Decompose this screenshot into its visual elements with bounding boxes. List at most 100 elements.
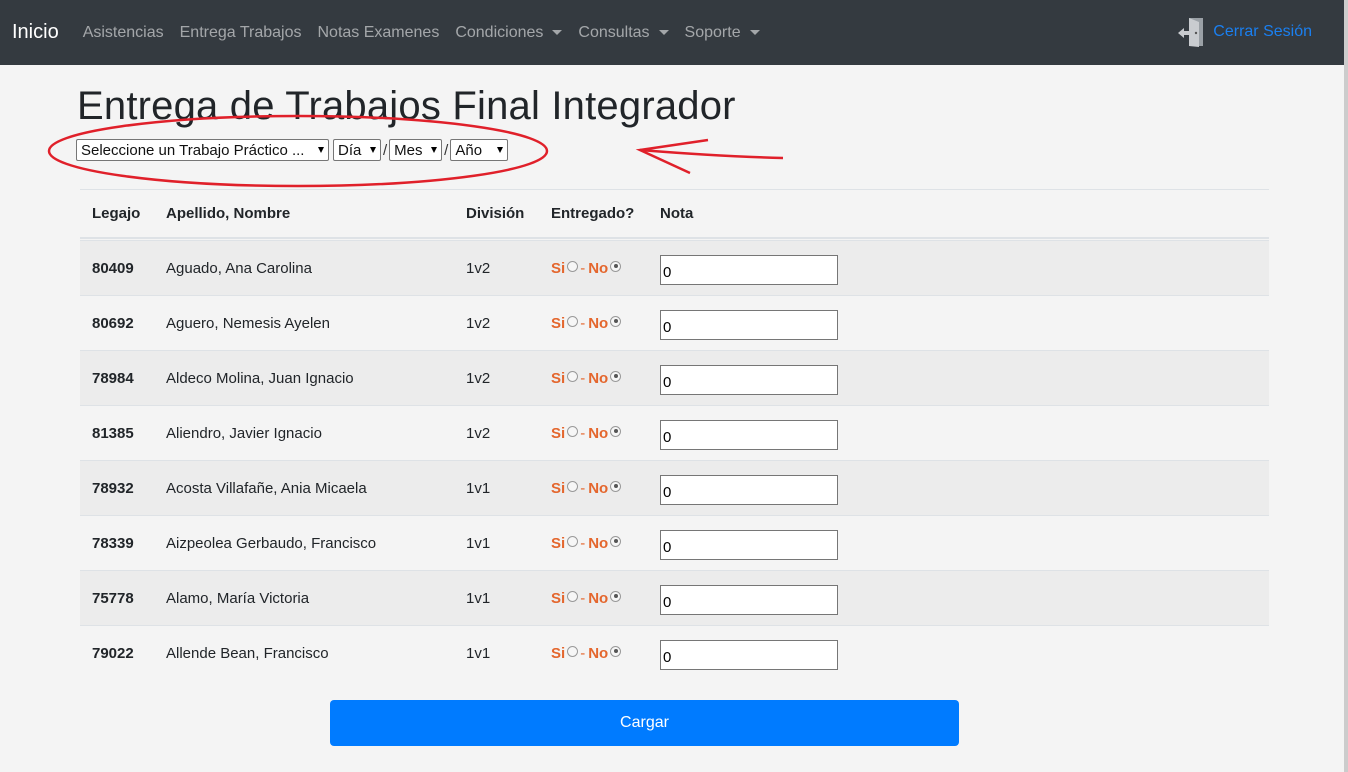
entregado-cell: Si - No bbox=[551, 241, 623, 295]
si-radio[interactable] bbox=[567, 480, 579, 492]
caret-down-icon bbox=[552, 30, 563, 35]
no-label: No bbox=[588, 369, 609, 387]
nombre-cell: Alamo, María Victoria bbox=[166, 589, 310, 607]
cargar-button[interactable]: Cargar bbox=[330, 700, 959, 746]
nota-input[interactable] bbox=[660, 530, 838, 560]
no-radio[interactable] bbox=[610, 590, 622, 602]
dia-select[interactable]: Día bbox=[333, 139, 381, 161]
nav-item-label: Notas Examenes bbox=[317, 23, 440, 41]
select-value: Año bbox=[455, 141, 483, 159]
legajo-cell: 79022 bbox=[92, 644, 134, 662]
nav-item-notas-examenes[interactable]: Notas Examenes bbox=[317, 24, 439, 42]
nombre-cell: Aguero, Nemesis Ayelen bbox=[166, 314, 330, 332]
nota-cell bbox=[660, 241, 838, 295]
no-radio[interactable] bbox=[610, 645, 622, 657]
nav-item-entrega-trabajos[interactable]: Entrega Trabajos bbox=[180, 24, 302, 42]
nombre-cell: Aldeco Molina, Juan Ignacio bbox=[166, 369, 354, 387]
dash-separator: - bbox=[580, 644, 586, 662]
division-cell: 1v2 bbox=[466, 259, 491, 277]
anio-select[interactable]: Año bbox=[450, 139, 509, 161]
si-label: Si bbox=[551, 479, 566, 497]
table-header: Legajo Apellido, Nombre División Entrega… bbox=[80, 190, 1269, 239]
header-nota: Nota bbox=[660, 205, 694, 222]
nota-input[interactable] bbox=[660, 640, 838, 670]
nota-input[interactable] bbox=[660, 475, 838, 505]
no-label: No bbox=[588, 314, 609, 332]
si-radio[interactable] bbox=[567, 260, 579, 272]
dash-separator: - bbox=[580, 534, 586, 552]
annotation-arrow-shaft bbox=[639, 148, 784, 160]
no-radio[interactable] bbox=[610, 315, 622, 327]
si-label: Si bbox=[551, 644, 566, 662]
nota-input[interactable] bbox=[660, 585, 838, 615]
no-label: No bbox=[588, 644, 609, 662]
header-legajo: Legajo bbox=[92, 205, 141, 222]
select-arrow-icon bbox=[431, 147, 438, 153]
nav-dropdown-soporte[interactable]: Soporte bbox=[685, 24, 760, 42]
no-radio[interactable] bbox=[610, 535, 622, 547]
select-arrow-icon bbox=[318, 147, 324, 153]
si-radio[interactable] bbox=[567, 425, 579, 437]
table-row: 78984 Aldeco Molina, Juan Ignacio 1v2 Si - No bbox=[80, 350, 1269, 405]
division-cell: 1v1 bbox=[466, 589, 491, 607]
division-cell: 1v2 bbox=[466, 369, 491, 387]
nav-item-asistencias[interactable]: Asistencias bbox=[83, 24, 164, 42]
division-cell: 1v2 bbox=[466, 314, 491, 332]
nota-input[interactable] bbox=[660, 310, 838, 340]
legajo-cell: 80409 bbox=[92, 259, 134, 277]
division-cell: 1v1 bbox=[466, 479, 491, 497]
division-cell: 1v2 bbox=[466, 424, 491, 442]
nota-cell bbox=[660, 296, 838, 350]
dash-separator: - bbox=[580, 589, 586, 607]
entregado-cell: Si - No bbox=[551, 406, 623, 460]
si-label: Si bbox=[551, 314, 566, 332]
si-radio[interactable] bbox=[567, 370, 579, 382]
division-cell: 1v1 bbox=[466, 534, 491, 552]
dash-separator: - bbox=[580, 259, 586, 277]
no-radio[interactable] bbox=[610, 480, 622, 492]
annotation-arrow-head bbox=[635, 138, 709, 175]
entregado-cell: Si - No bbox=[551, 461, 623, 515]
nota-cell bbox=[660, 351, 838, 405]
nota-input[interactable] bbox=[660, 420, 838, 450]
nav-dropdown-condiciones[interactable]: Condiciones bbox=[455, 23, 563, 42]
si-radio[interactable] bbox=[567, 535, 579, 547]
select-value: Mes bbox=[394, 141, 423, 159]
trabajo-practico-select[interactable]: Seleccione un Trabajo Práctico ... bbox=[76, 139, 329, 161]
si-radio[interactable] bbox=[567, 590, 579, 602]
si-radio[interactable] bbox=[567, 315, 579, 327]
nombre-cell: Aguado, Ana Carolina bbox=[166, 259, 312, 277]
nota-input[interactable] bbox=[660, 255, 838, 285]
no-radio[interactable] bbox=[610, 370, 622, 382]
brand-link[interactable]: Inicio bbox=[12, 21, 59, 44]
nav-item-label: Condiciones bbox=[455, 23, 544, 41]
nota-input[interactable] bbox=[660, 365, 838, 395]
no-label: No bbox=[588, 424, 609, 442]
table-row: 80692 Aguero, Nemesis Ayelen 1v2 Si - No bbox=[80, 295, 1269, 350]
no-radio[interactable] bbox=[610, 425, 622, 437]
nav-item-label: Consultas bbox=[578, 23, 650, 41]
si-radio[interactable] bbox=[567, 645, 579, 657]
no-radio[interactable] bbox=[610, 260, 622, 272]
caret-down-icon bbox=[658, 30, 669, 35]
top-navbar: Inicio Asistencias Entrega Trabajos Nota… bbox=[0, 0, 1344, 65]
header-entregado: Entregado? bbox=[551, 205, 635, 222]
no-label: No bbox=[588, 259, 609, 277]
entregado-cell: Si - No bbox=[551, 516, 623, 570]
header-division: División bbox=[466, 205, 525, 222]
nombre-cell: Acosta Villafañe, Ania Micaela bbox=[166, 479, 367, 497]
entregado-cell: Si - No bbox=[551, 571, 623, 625]
select-arrow-icon bbox=[370, 147, 376, 153]
si-label: Si bbox=[551, 534, 566, 552]
entregado-cell: Si - No bbox=[551, 626, 623, 680]
legajo-cell: 81385 bbox=[92, 424, 134, 442]
nav-dropdown-consultas[interactable]: Consultas bbox=[578, 23, 669, 42]
page-title: Entrega de Trabajos Final Integrador bbox=[77, 84, 736, 128]
nav-item-label: Entrega Trabajos bbox=[179, 23, 302, 41]
logout-link[interactable]: Cerrar Sesión bbox=[1177, 16, 1312, 48]
no-label: No bbox=[588, 479, 609, 497]
mes-select[interactable]: Mes bbox=[389, 139, 443, 161]
page-scrollbar[interactable] bbox=[1344, 0, 1348, 772]
legajo-cell: 80692 bbox=[92, 314, 134, 332]
dash-separator: - bbox=[580, 424, 586, 442]
